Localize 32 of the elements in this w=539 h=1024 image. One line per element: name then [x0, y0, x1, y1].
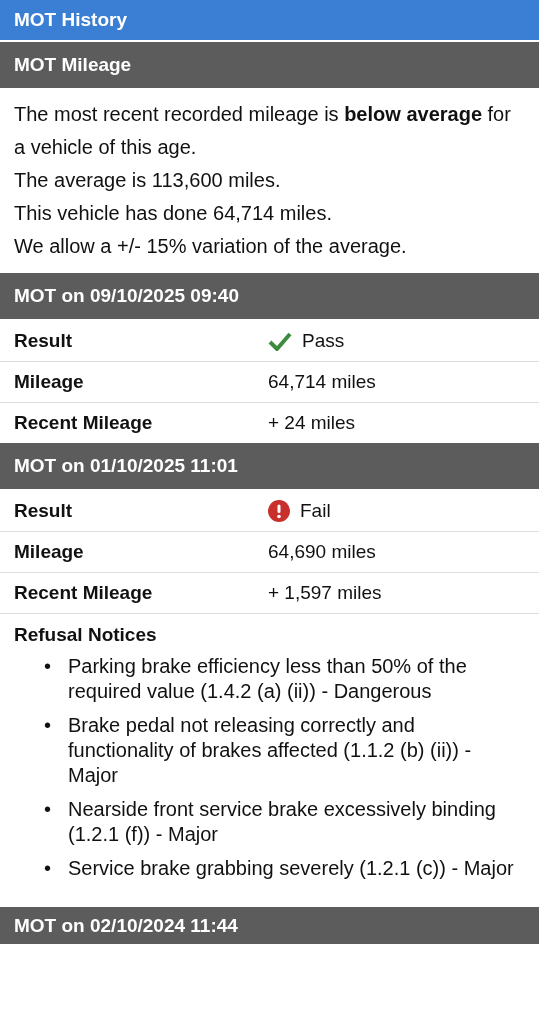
notices-heading: Refusal Notices [0, 613, 539, 650]
check-icon [268, 331, 292, 351]
row-value: Pass [302, 330, 345, 352]
row-value: 64,714 miles [268, 371, 376, 393]
mileage-text: This vehicle has done 64,714 miles. [14, 201, 333, 226]
notice-item: Nearside front service brake excessively binding (1.2.1 (f)) - Major [68, 797, 497, 847]
notice-item: Parking brake efficiency less than 50% of the required value (1.4.2 (a) (ii)) - Dangerous [68, 654, 468, 704]
row-label: Mileage [14, 541, 85, 563]
bullet: • [44, 856, 52, 881]
row-label: Result [14, 500, 74, 522]
page-title: MOT History [0, 0, 539, 40]
mileage-text: The average is 113,600 miles. [14, 168, 282, 193]
row-value: + 1,597 miles [268, 582, 382, 604]
bullet: • [44, 797, 52, 822]
notice-item: Brake pedal not releasing correctly and functionality of brakes affected (1.1.2 (b) (ii)) - Major [68, 713, 473, 788]
row-label: Result [14, 330, 74, 352]
row-label: Recent Mileage [14, 582, 154, 604]
row-label: Recent Mileage [14, 412, 154, 434]
row-value: + 24 miles [268, 412, 356, 434]
notice-item: Service brake grabbing severely (1.2.1 (c)) - Major [68, 856, 514, 881]
alert-icon [268, 500, 290, 522]
bullet: • [44, 654, 52, 679]
section-header: MOT Mileage [0, 42, 539, 88]
section-header: MOT on 09/10/2025 09:40 [0, 273, 539, 319]
row-value: Fail [300, 500, 331, 522]
row-value: 64,690 miles [268, 541, 376, 563]
bullet: • [44, 713, 52, 738]
mileage-text: We allow a +/- 15% variation of the average. [14, 234, 408, 259]
section-header: MOT on 01/10/2025 11:01 [0, 443, 539, 489]
section-header: MOT on 02/10/2024 11:44 [0, 907, 539, 944]
mileage-text: The most recent recorded mileage is below average for a vehicle of this age. [14, 102, 512, 160]
row-label: Mileage [14, 371, 85, 393]
